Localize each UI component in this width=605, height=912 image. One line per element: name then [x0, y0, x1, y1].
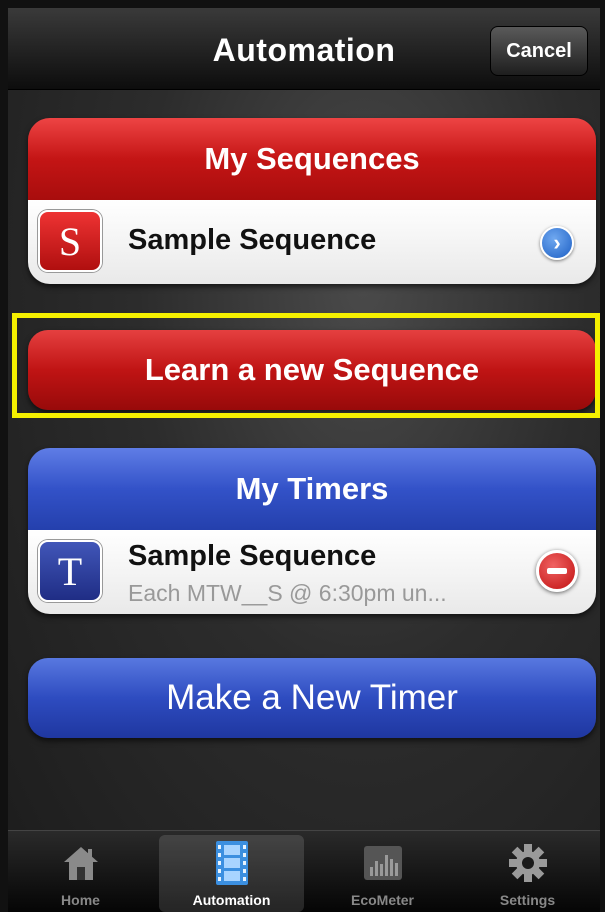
sequences-group: My Sequences S Sample Sequence ›: [28, 118, 596, 284]
timer-schedule: Each MTW__S @ 6:30pm un...: [128, 580, 447, 606]
gear-icon: [507, 838, 549, 888]
tab-home-label: Home: [61, 892, 100, 908]
tab-automation[interactable]: Automation: [159, 835, 304, 912]
make-timer-button[interactable]: Make a New Timer: [28, 658, 596, 738]
nav-bar: Automation Cancel: [8, 8, 600, 90]
tab-settings[interactable]: Settings: [455, 831, 600, 912]
app-screen: Automation Cancel My Sequences S Sample …: [8, 8, 600, 912]
delete-timer-icon[interactable]: [536, 550, 578, 592]
home-icon: [61, 838, 101, 888]
tab-bar: Home Automation EcoMeter Settings: [8, 830, 600, 912]
tab-ecometer-label: EcoMeter: [350, 892, 415, 908]
disclosure-chevron-icon[interactable]: ›: [540, 226, 574, 260]
sequence-title: Sample Sequence: [128, 224, 377, 256]
sequence-row[interactable]: S Sample Sequence ›: [28, 200, 596, 284]
bar-meter-icon: [363, 838, 403, 888]
tab-ecometer[interactable]: EcoMeter: [310, 831, 455, 912]
timers-group: My Timers T Sample Sequence Each MTW__S …: [28, 448, 596, 614]
tab-automation-label: Automation: [192, 892, 271, 908]
timer-letter-icon: T: [38, 540, 102, 602]
cancel-button[interactable]: Cancel: [490, 26, 588, 76]
timers-header: My Timers: [28, 448, 596, 530]
sequence-letter-icon: S: [38, 210, 102, 272]
sequences-header: My Sequences: [28, 118, 596, 200]
tab-settings-label: Settings: [499, 892, 556, 908]
film-strip-icon: [214, 838, 250, 888]
timer-title: Sample Sequence: [128, 540, 377, 572]
tab-home[interactable]: Home: [8, 831, 153, 912]
learn-sequence-button[interactable]: Learn a new Sequence: [28, 330, 596, 410]
timer-row[interactable]: T Sample Sequence Each MTW__S @ 6:30pm u…: [28, 530, 596, 614]
